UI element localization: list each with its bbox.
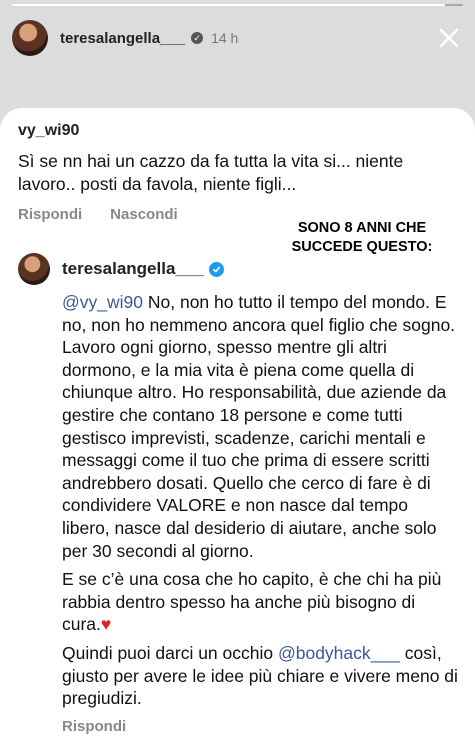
verified-badge-icon xyxy=(208,261,224,277)
reply-comment: teresalangella___ @vy_wi90 No, non ho tu… xyxy=(18,253,459,735)
close-button[interactable] xyxy=(435,24,463,52)
close-icon xyxy=(439,28,459,48)
reply-paragraph-3-start: Quindi puoi darci un occhio xyxy=(62,642,278,663)
reply-actions: Rispondi xyxy=(62,718,459,735)
reply-paragraph-3: Quindi puoi darci un occhio @bodyhack___… xyxy=(62,642,459,710)
hide-button[interactable]: Nascondi xyxy=(110,206,178,223)
bodyhack-mention-link[interactable]: @bodyhack___ xyxy=(278,643,400,663)
comment-card: vy_wi90 Sì se nn hai un cazzo da fa tutt… xyxy=(0,108,475,749)
reply-paragraph-2: E se c’è una cosa che ho capito, è che c… xyxy=(62,568,459,636)
comment-text: Sì se nn hai un cazzo da fa tutta la vit… xyxy=(18,151,404,194)
reply-username[interactable]: teresalangella___ xyxy=(62,259,204,279)
heart-icon: ♥ xyxy=(100,614,112,635)
verified-badge-icon: ✓ xyxy=(191,32,204,44)
story-avatar[interactable] xyxy=(12,20,48,56)
reply-button[interactable]: Rispondi xyxy=(18,206,82,223)
reply-header: teresalangella___ xyxy=(18,253,459,285)
mention-link[interactable]: @vy_wi90 xyxy=(62,292,143,312)
reply-reply-button[interactable]: Rispondi xyxy=(62,718,126,735)
reply-paragraph-2-text: E se c’è una cosa che ho capito, è che c… xyxy=(62,569,442,635)
reply-avatar[interactable] xyxy=(18,253,50,285)
story-username[interactable]: teresalangella___ xyxy=(60,30,185,47)
story-overlay-caption: SONO 8 ANNI CHE SUCCEDE QUESTO: xyxy=(262,219,462,257)
story-progress-bar xyxy=(12,4,463,6)
overlay-line-1: SONO 8 ANNI CHE xyxy=(297,220,427,236)
comment-username[interactable]: vy_wi90 xyxy=(18,122,457,140)
story-progress-fill xyxy=(12,4,445,6)
reply-paragraph-1: @vy_wi90 No, non ho tutto il tempo del m… xyxy=(62,291,459,562)
story-timestamp: 14 h xyxy=(211,30,239,46)
reply-text: @vy_wi90 No, non ho tutto il tempo del m… xyxy=(62,291,459,710)
original-comment: vy_wi90 Sì se nn hai un cazzo da fa tutt… xyxy=(18,122,457,223)
story-header: teresalangella___ ✓ 14 h xyxy=(12,18,463,58)
reply-paragraph-1-text: No, non ho tutto il tempo del mondo. E n… xyxy=(62,292,456,561)
